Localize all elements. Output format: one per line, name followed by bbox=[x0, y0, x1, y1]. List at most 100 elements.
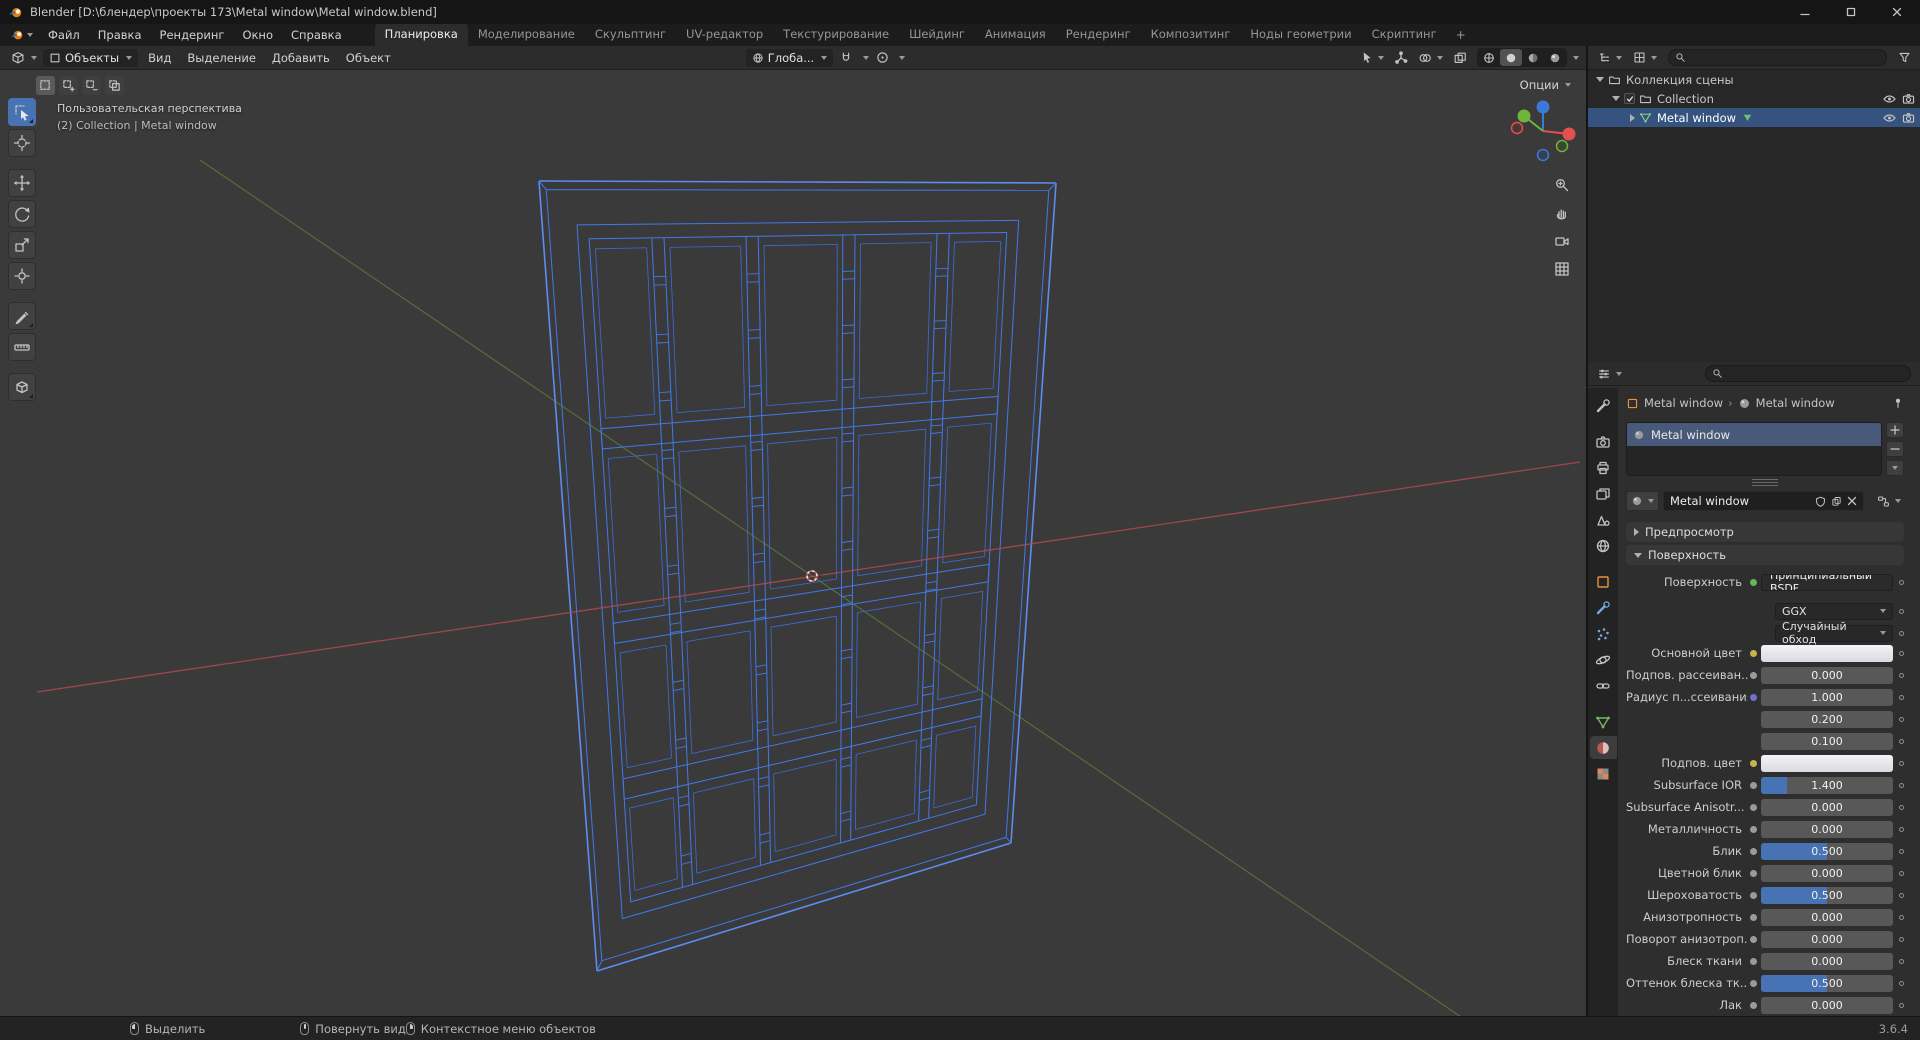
value-slider[interactable]: 0.000 bbox=[1761, 908, 1893, 926]
menu-item[interactable]: Окно bbox=[233, 24, 282, 46]
animate-dot[interactable] bbox=[1899, 760, 1904, 766]
tab-modifiers[interactable] bbox=[1590, 596, 1617, 619]
outliner-search-input[interactable] bbox=[1668, 49, 1887, 66]
tool-add-cube[interactable] bbox=[8, 373, 36, 401]
shading-dropdown[interactable] bbox=[1569, 48, 1580, 68]
menu-item[interactable]: Справка bbox=[282, 24, 351, 46]
select-mode-subtract-button[interactable] bbox=[82, 76, 101, 95]
menu-item[interactable]: Правка bbox=[89, 24, 151, 46]
maximize-button[interactable] bbox=[1828, 0, 1874, 24]
eye-icon[interactable] bbox=[1883, 113, 1896, 123]
breadcrumb-material[interactable]: Metal window bbox=[1756, 396, 1835, 410]
shading-rendered-button[interactable] bbox=[1544, 49, 1566, 66]
tab-object-data[interactable] bbox=[1590, 710, 1617, 733]
snapping-dropdown[interactable] bbox=[859, 48, 870, 68]
add-slot-button[interactable] bbox=[1886, 422, 1904, 438]
subsurface-method-dropdown[interactable]: Случайный обход bbox=[1775, 620, 1893, 646]
mode-dropdown[interactable]: Объекты bbox=[43, 48, 139, 67]
axis-y-positive[interactable] bbox=[1517, 109, 1531, 123]
animate-dot[interactable] bbox=[1899, 1002, 1904, 1008]
shading-solid-button[interactable] bbox=[1500, 49, 1522, 66]
animate-dot[interactable] bbox=[1899, 804, 1904, 810]
navigation-gizmo[interactable] bbox=[1503, 91, 1583, 171]
workspace-tab[interactable]: Скульптинг bbox=[585, 24, 676, 46]
editor-type-button[interactable] bbox=[6, 48, 41, 68]
xray-toggle[interactable] bbox=[1449, 48, 1471, 68]
collection-checkbox[interactable] bbox=[1624, 93, 1635, 104]
axis-x-negative[interactable] bbox=[1510, 121, 1524, 135]
color-swatch[interactable] bbox=[1761, 644, 1893, 662]
unlink-x-icon[interactable] bbox=[1847, 496, 1857, 506]
tab-scene[interactable] bbox=[1590, 508, 1617, 531]
fake-user-shield-icon[interactable] bbox=[1815, 496, 1826, 507]
shading-wireframe-button[interactable] bbox=[1478, 49, 1500, 66]
viewport-menu-item[interactable]: Объект bbox=[338, 47, 399, 69]
tool-cursor[interactable] bbox=[8, 129, 36, 157]
tool-select-box[interactable] bbox=[8, 98, 36, 126]
animate-dot[interactable] bbox=[1899, 694, 1904, 700]
add-workspace-button[interactable]: + bbox=[1447, 24, 1475, 47]
animate-dot[interactable] bbox=[1899, 608, 1904, 614]
overlays-dropdown[interactable] bbox=[1414, 48, 1447, 68]
value-slider[interactable]: 0.500 bbox=[1761, 974, 1893, 992]
workspace-tab[interactable]: Планировка bbox=[374, 24, 468, 46]
color-swatch[interactable] bbox=[1761, 754, 1893, 772]
animate-dot[interactable] bbox=[1899, 870, 1904, 876]
distribution-dropdown[interactable]: GGX bbox=[1775, 602, 1893, 620]
ortho-grid-icon[interactable] bbox=[1550, 257, 1574, 281]
transform-orientation-dropdown[interactable]: Глоба... bbox=[745, 48, 834, 67]
tab-constraints[interactable] bbox=[1590, 674, 1617, 697]
panel-surface[interactable]: Поверхность bbox=[1626, 545, 1904, 565]
value-slider[interactable]: 0.000 bbox=[1761, 798, 1893, 816]
animate-dot[interactable] bbox=[1899, 826, 1904, 832]
animate-dot[interactable] bbox=[1899, 650, 1904, 656]
tool-move[interactable] bbox=[8, 169, 36, 197]
list-resize-grip[interactable] bbox=[1752, 479, 1778, 486]
workspace-tab[interactable]: Анимация bbox=[975, 24, 1056, 46]
tool-scale[interactable] bbox=[8, 231, 36, 259]
axis-z-positive[interactable] bbox=[1536, 100, 1550, 114]
value-field[interactable]: 1.000 bbox=[1761, 688, 1893, 706]
outliner-filter-button[interactable] bbox=[1894, 48, 1915, 68]
tab-physics[interactable] bbox=[1590, 648, 1617, 671]
workspace-tab[interactable]: UV-редактор bbox=[676, 24, 773, 46]
pan-hand-icon[interactable] bbox=[1550, 201, 1574, 225]
expand-icon[interactable] bbox=[1596, 77, 1604, 82]
material-browse-dropdown[interactable] bbox=[1626, 491, 1659, 511]
outliner-row-collection[interactable]: Collection bbox=[1588, 89, 1920, 108]
workspace-tab[interactable]: Шейдинг bbox=[899, 24, 975, 46]
value-slider[interactable]: 0.000 bbox=[1761, 864, 1893, 882]
eye-icon[interactable] bbox=[1883, 94, 1896, 104]
expand-icon[interactable] bbox=[1630, 113, 1635, 122]
workspace-tab[interactable]: Рендеринг bbox=[1056, 24, 1141, 46]
animate-dot[interactable] bbox=[1899, 630, 1904, 636]
tool-measure[interactable] bbox=[8, 333, 36, 361]
select-mode-set-button[interactable] bbox=[36, 76, 55, 95]
animate-dot[interactable] bbox=[1899, 782, 1904, 788]
slot-specials-button[interactable] bbox=[1886, 460, 1904, 476]
tool-rotate[interactable] bbox=[8, 200, 36, 228]
material-slot[interactable]: Metal window bbox=[1627, 423, 1881, 446]
tab-object[interactable] bbox=[1590, 570, 1617, 593]
value-slider[interactable]: 0.000 bbox=[1761, 666, 1893, 684]
value-slider[interactable]: 0.000 bbox=[1761, 930, 1893, 948]
animate-dot[interactable] bbox=[1899, 738, 1904, 744]
workspace-tab[interactable]: Моделирование bbox=[468, 24, 585, 46]
animate-dot[interactable] bbox=[1899, 848, 1904, 854]
menu-item[interactable]: Рендеринг bbox=[151, 24, 234, 46]
pin-icon[interactable] bbox=[1892, 397, 1904, 409]
close-button[interactable] bbox=[1874, 0, 1920, 24]
breadcrumb-object[interactable]: Metal window bbox=[1644, 396, 1723, 410]
expand-icon[interactable] bbox=[1612, 96, 1620, 101]
animate-dot[interactable] bbox=[1899, 980, 1904, 986]
snapping-toggle[interactable] bbox=[835, 48, 857, 68]
tab-particles[interactable] bbox=[1590, 622, 1617, 645]
value-slider[interactable]: 0.000 bbox=[1761, 820, 1893, 838]
outliner-display-mode-button[interactable] bbox=[1629, 48, 1661, 68]
material-link-dropdown[interactable] bbox=[1874, 491, 1904, 511]
properties-search-input[interactable] bbox=[1705, 365, 1911, 382]
axis-x-positive[interactable] bbox=[1562, 127, 1576, 141]
select-mode-extend-button[interactable] bbox=[59, 76, 78, 95]
minimize-button[interactable] bbox=[1782, 0, 1828, 24]
outliner-row-scene-collection[interactable]: Коллекция сцены bbox=[1588, 70, 1920, 89]
